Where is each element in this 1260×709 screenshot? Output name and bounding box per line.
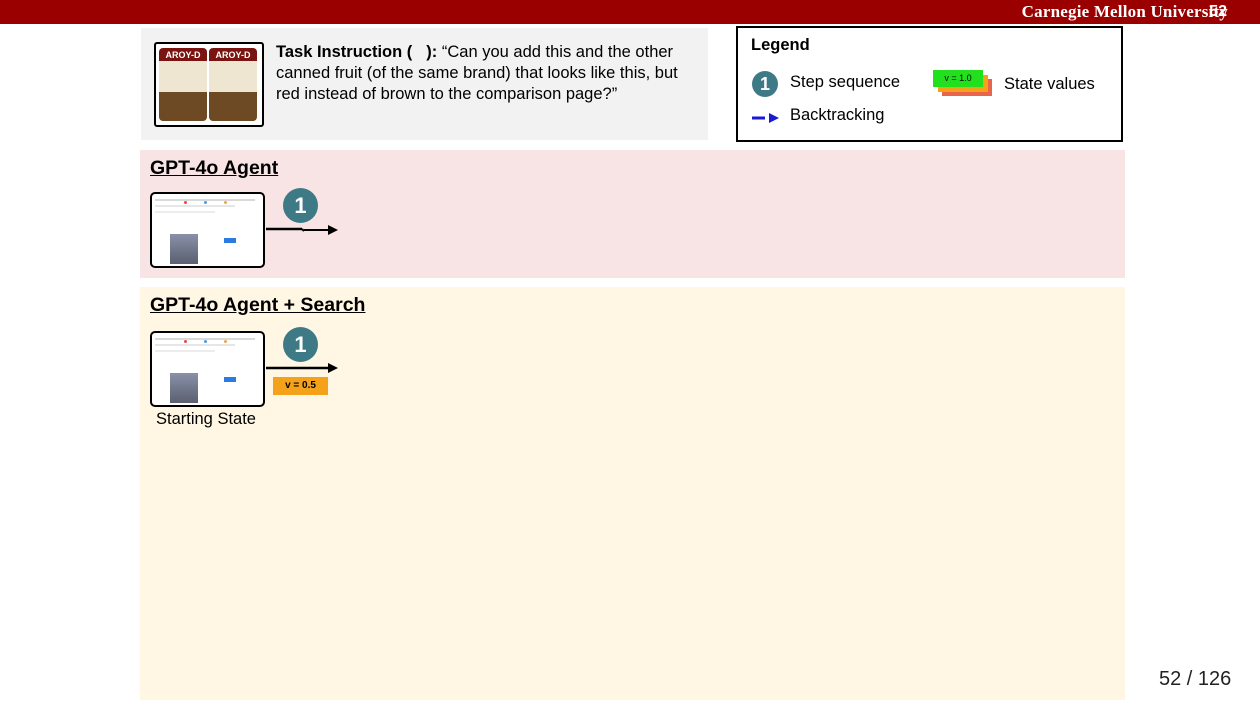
legend-title: Legend [751, 36, 810, 54]
task-instruction-box: AROY-D AROY-D Task Instruction (): “Can … [141, 28, 708, 140]
product-cans-image: AROY-D AROY-D [154, 42, 264, 127]
step-circle: 1 [752, 71, 778, 97]
slide-number: 52 [1209, 3, 1227, 20]
screenshot-thumbnail[interactable] [150, 192, 265, 268]
legend-box: Legend 1 Step sequence Backtracking v = … [736, 26, 1123, 142]
backtrack-arrow-icon [752, 113, 779, 123]
panel-gpt4o-agent: GPT-4o Agent 1 [140, 150, 1125, 278]
title-bar: Carnegie Mellon University 52 [0, 0, 1260, 24]
legend-step-label: Step sequence [790, 73, 901, 91]
panel-title: GPT-4o Agent + Search [150, 294, 366, 316]
state-values-stack: v = 1.0 [933, 70, 995, 100]
starting-state-caption: Starting State [156, 410, 256, 428]
panel-gpt4o-agent-search: GPT-4o Agent + Search 1 v = 0.5 Starting… [140, 287, 1125, 700]
can-right: AROY-D [209, 48, 257, 121]
screenshot-thumbnail[interactable] [150, 331, 265, 407]
state-value-badge: v = 0.5 [273, 377, 328, 395]
step-circle: 1 [283, 327, 318, 362]
value-sample: v = 1.0 [933, 70, 983, 87]
panel-title: GPT-4o Agent [150, 157, 279, 179]
arrow-right-icon [266, 225, 338, 235]
brand-logo-text: Carnegie Mellon University [1021, 2, 1228, 21]
page-counter: 52 / 126 [1159, 668, 1232, 690]
arrow-right-icon [266, 363, 338, 373]
can-left: AROY-D [159, 48, 207, 121]
step-circle: 1 [283, 188, 318, 223]
task-instruction-text: Task Instruction (): “Can you add this a… [276, 43, 678, 103]
legend-values-label: State values [1004, 75, 1095, 93]
legend-backtracking-label: Backtracking [790, 106, 885, 124]
